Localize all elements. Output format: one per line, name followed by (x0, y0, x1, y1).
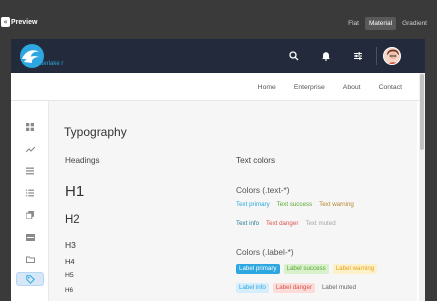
style-tab-gradient[interactable]: Gradient (398, 17, 431, 30)
preview-label: Preview (11, 19, 38, 26)
page-scrollbar[interactable] (419, 73, 425, 301)
label-colors-row-1: Label primary Label success Label warnin… (236, 264, 378, 274)
style-tab-material[interactable]: Material (364, 17, 397, 30)
text-warning-sample: Text warning (319, 201, 354, 208)
search-icon[interactable] (278, 39, 310, 73)
preview-bar: « Preview Flat Material Gradient (0, 0, 437, 36)
navbar-divider (376, 47, 377, 65)
page-title: Typography (64, 125, 127, 139)
copy-icon[interactable] (19, 208, 41, 222)
sidebar (11, 101, 49, 301)
tag-icon[interactable] (16, 272, 44, 286)
text-colors-row-1: Text primary Text success Text warning (236, 201, 354, 208)
label-colors-section-title: Colors (.label-*) (236, 247, 294, 257)
text-danger-sample: Text danger (266, 220, 299, 227)
bell-icon[interactable] (310, 39, 342, 73)
top-navbar: waterlake r (11, 39, 425, 73)
heading-h2: H2 (65, 214, 80, 226)
main-content: Typography Headings H1 H2 H3 H4 H5 H6 Te… (49, 101, 417, 301)
dashboard-icon[interactable] (19, 120, 41, 134)
text-primary-sample: Text primary (236, 201, 270, 208)
label-success: Label success (283, 264, 329, 274)
label-info: Label info (236, 283, 269, 293)
text-colors-title: Text colors (236, 156, 276, 165)
navbar-icons (278, 39, 401, 73)
chevron-left-double-icon[interactable]: « (1, 17, 10, 27)
heading-h1: H1 (65, 183, 85, 200)
heading-h4: H4 (65, 257, 75, 266)
scrollbar-thumb[interactable] (420, 74, 424, 150)
avatar[interactable] (383, 47, 401, 65)
logo-text: waterlake r (34, 61, 64, 67)
secondary-nav: Home Enterprise About Contact (11, 73, 425, 101)
card-icon[interactable] (19, 230, 41, 244)
text-colors-row-2: Text info Text danger Text muted (236, 220, 336, 227)
headings-title: Headings (65, 156, 100, 165)
label-warning: Label warning (332, 264, 378, 274)
heading-h5: H5 (65, 272, 74, 279)
text-colors-section-title: Colors (.text-*) (236, 185, 290, 195)
nav-link-home[interactable]: Home (258, 84, 276, 91)
style-tab-flat[interactable]: Flat (344, 17, 363, 30)
folder-icon[interactable] (19, 252, 41, 266)
label-colors-row-2: Label info Label danger Label muted (236, 283, 360, 293)
list-icon[interactable] (19, 164, 41, 178)
nav-link-contact[interactable]: Contact (379, 84, 402, 91)
text-success-sample: Text success (276, 201, 313, 208)
list-bulleted-icon[interactable] (19, 186, 41, 200)
label-danger: Label danger (272, 283, 315, 293)
heading-h6: H6 (65, 287, 74, 294)
heading-h3: H3 (65, 240, 76, 250)
app-frame: waterlake r Home Enterprise About Contac… (11, 39, 425, 301)
text-info-sample: Text info (236, 220, 260, 227)
nav-link-enterprise[interactable]: Enterprise (294, 84, 325, 91)
chart-line-icon[interactable] (19, 142, 41, 156)
nav-link-about[interactable]: About (343, 84, 361, 91)
label-primary: Label primary (236, 264, 280, 274)
style-tabs: Flat Material Gradient (344, 17, 431, 30)
text-muted-sample: Text muted (305, 220, 336, 227)
label-muted: Label muted (318, 283, 360, 293)
sliders-icon[interactable] (342, 39, 374, 73)
